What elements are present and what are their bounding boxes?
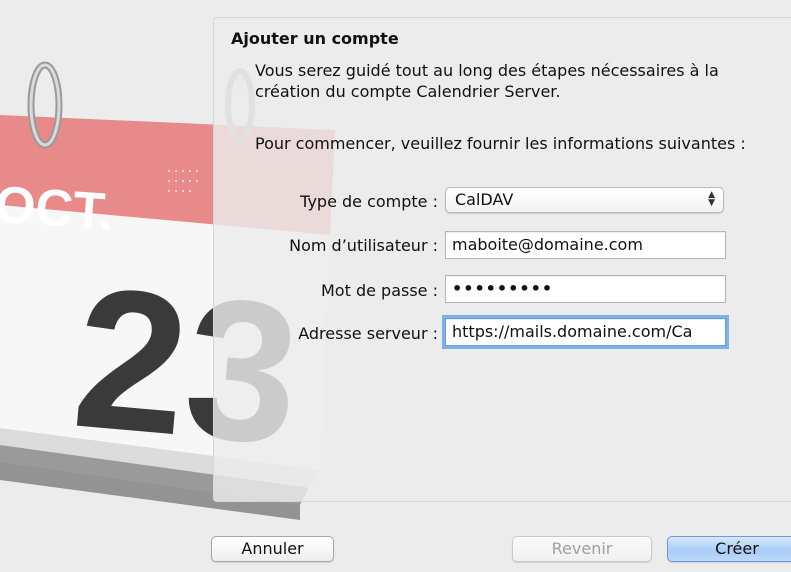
add-account-dialog: OCT. 23 Ajouter un compte Vous serez gui… [0,0,791,572]
account-type-select[interactable]: CalDAV ▲ ▼ [445,187,724,213]
back-button[interactable]: Revenir [512,536,652,562]
server-address-field[interactable]: https://mails.domaine.com/Ca [442,315,729,349]
account-type-value: CalDAV [455,190,514,209]
calendar-month-text: OCT. [0,176,115,242]
server-address-label: Adresse serveur : [298,324,438,343]
account-type-label: Type de compte : [300,192,438,211]
username-field[interactable]: maboite@domaine.com [445,231,726,259]
prompt-text: Pour commencer, veuillez fournir les inf… [255,134,746,153]
dialog-title: Ajouter un compte [231,29,399,48]
password-label: Mot de passe : [321,281,438,300]
username-label: Nom d’utilisateur : [289,236,438,255]
updown-arrows-icon: ▲ ▼ [708,190,715,208]
intro-text: Vous serez guidé tout au long des étapes… [255,61,719,101]
password-field[interactable]: ••••••••• [445,275,726,303]
cancel-button[interactable]: Annuler [211,536,334,562]
create-button[interactable]: Créer [667,536,791,562]
